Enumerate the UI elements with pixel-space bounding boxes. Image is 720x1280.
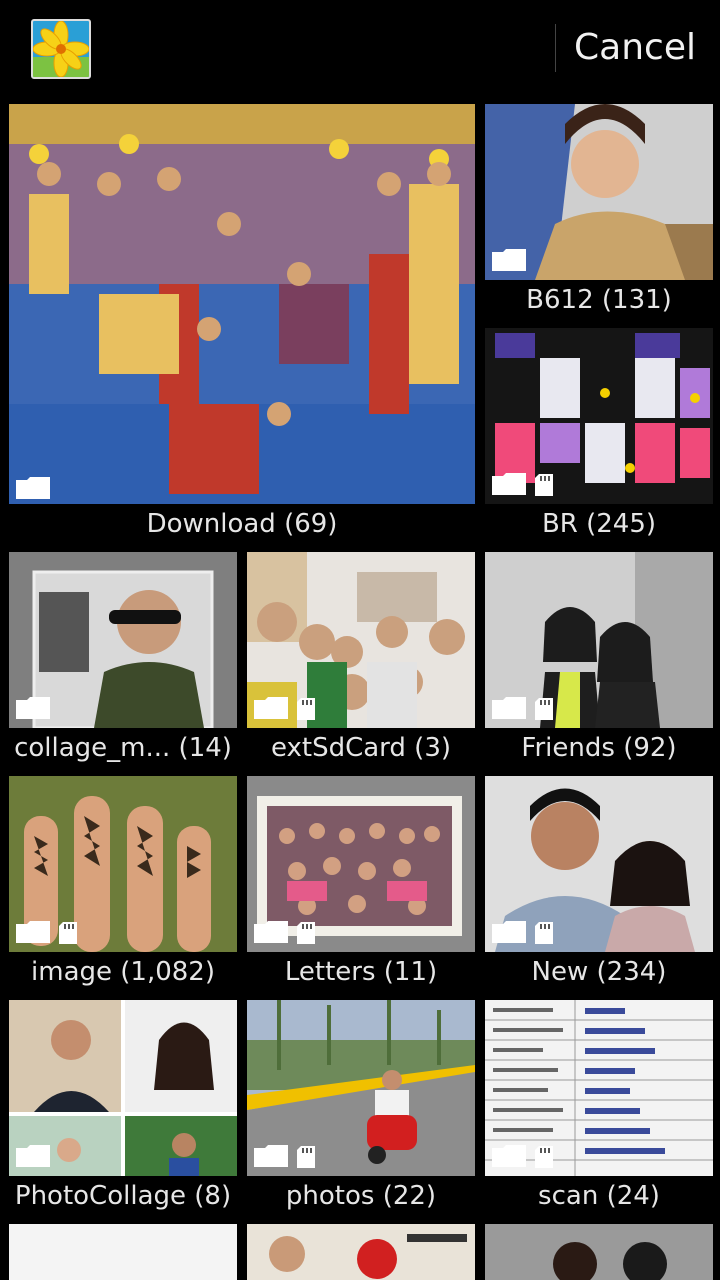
album-tile-photos[interactable]: photos (22) <box>247 1000 475 1216</box>
album-badges <box>253 920 315 944</box>
folder-icon <box>15 1144 51 1168</box>
album-tile-partial[interactable] <box>485 1224 713 1280</box>
album-badges <box>491 248 527 272</box>
album-tile-extsdcard[interactable]: extSdCard (3) <box>247 552 475 768</box>
album-badges <box>15 1144 51 1168</box>
folder-icon <box>491 248 527 272</box>
album-badges <box>491 472 553 496</box>
folder-icon <box>491 1144 527 1168</box>
album-tile-image[interactable]: image (1,082) <box>9 776 237 992</box>
sd-card-icon <box>297 922 315 944</box>
sd-card-icon <box>59 922 77 944</box>
album-tile-partial[interactable] <box>247 1224 475 1280</box>
sd-card-icon <box>535 698 553 720</box>
folder-icon <box>15 476 51 500</box>
album-label: Download (69) <box>146 509 338 539</box>
album-thumbnail <box>485 1224 713 1280</box>
gallery-flower-icon[interactable] <box>31 19 91 79</box>
album-tile-friends[interactable]: Friends (92) <box>485 552 713 768</box>
folder-icon <box>15 696 51 720</box>
album-label: extSdCard (3) <box>270 733 452 763</box>
album-badges <box>15 920 77 944</box>
album-label: image (1,082) <box>31 957 215 987</box>
album-tile-download[interactable]: Download (69) <box>9 104 475 544</box>
album-label: BR (245) <box>541 509 657 539</box>
album-tile-br[interactable]: BR (245) <box>485 328 713 544</box>
album-label: Letters (11) <box>284 957 438 987</box>
album-tile-collage[interactable]: collage_m... (14) <box>9 552 237 768</box>
folder-icon <box>253 1144 289 1168</box>
action-bar: Cancel <box>0 0 720 96</box>
album-thumbnail <box>247 1224 475 1280</box>
folder-icon <box>491 696 527 720</box>
folder-icon <box>491 920 527 944</box>
folder-icon <box>491 472 527 496</box>
sd-card-icon <box>535 1146 553 1168</box>
folder-icon <box>253 696 289 720</box>
album-label: photos (22) <box>285 1181 437 1211</box>
folder-icon <box>15 920 51 944</box>
album-tile-letters[interactable]: Letters (11) <box>247 776 475 992</box>
album-label: Friends (92) <box>521 733 677 763</box>
folder-icon <box>253 920 289 944</box>
cancel-button[interactable]: Cancel <box>574 24 696 72</box>
album-label: scan (24) <box>538 1181 660 1211</box>
album-tile-partial[interactable] <box>9 1224 237 1280</box>
sd-card-icon <box>297 1146 315 1168</box>
album-tile-photocollage[interactable]: PhotoCollage (8) <box>9 1000 237 1216</box>
sd-card-icon <box>535 922 553 944</box>
album-badges <box>253 1144 315 1168</box>
album-tile-b612[interactable]: B612 (131) <box>485 104 713 320</box>
sd-card-icon <box>297 698 315 720</box>
album-label: New (234) <box>531 957 667 987</box>
album-label: PhotoCollage (8) <box>14 1181 232 1211</box>
album-tile-scan[interactable]: scan (24) <box>485 1000 713 1216</box>
album-badges <box>15 476 51 500</box>
album-badges <box>253 696 315 720</box>
album-thumbnail <box>9 104 475 504</box>
album-tile-new[interactable]: New (234) <box>485 776 713 992</box>
album-badges <box>15 696 51 720</box>
action-bar-divider <box>555 24 556 72</box>
album-thumbnail <box>9 1224 237 1280</box>
sd-card-icon <box>535 474 553 496</box>
album-badges <box>491 920 553 944</box>
album-label: collage_m... (14) <box>14 733 232 763</box>
album-badges <box>491 1144 553 1168</box>
album-label: B612 (131) <box>526 285 672 315</box>
album-badges <box>491 696 553 720</box>
